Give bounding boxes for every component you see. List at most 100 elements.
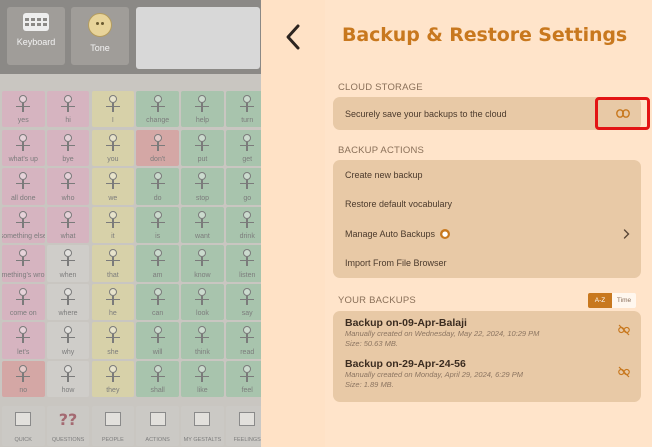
vocab-cell[interactable]: want xyxy=(181,206,224,244)
category-button[interactable]: ACTIONS xyxy=(136,406,179,446)
vocab-cell[interactable]: what's up xyxy=(2,129,45,166)
vocab-word: shall xyxy=(150,387,165,395)
vocab-cell[interactable]: yes xyxy=(2,91,45,128)
backup-name: Backup on-09-Apr-Balaji xyxy=(345,317,467,329)
backup-item[interactable]: Backup on-09-Apr-Balaji Manually created… xyxy=(345,317,539,348)
vocab-cell[interactable]: no xyxy=(2,361,45,398)
vocab-cell[interactable]: who xyxy=(46,168,90,205)
vocab-word: want xyxy=(195,233,210,241)
symbol-icon xyxy=(192,365,212,383)
vocab-cell[interactable]: they xyxy=(91,361,135,398)
vocab-word: he xyxy=(108,310,117,318)
category-label: QUICK xyxy=(14,437,32,443)
symbol-icon xyxy=(148,365,168,383)
symbol-icon xyxy=(103,365,123,383)
category-button[interactable]: PEOPLE xyxy=(91,406,135,446)
vocab-cell[interactable]: it xyxy=(91,206,135,244)
backup-actions-card: Create new backup Restore default vocabu… xyxy=(333,160,641,278)
category-label: PEOPLE xyxy=(101,437,124,443)
vocab-cell[interactable]: bye xyxy=(46,129,90,166)
vocab-cell[interactable]: stop xyxy=(181,168,224,205)
keyboard-button[interactable]: Keyboard xyxy=(7,7,65,65)
sort-time-button[interactable]: Time xyxy=(612,293,636,308)
symbol-icon xyxy=(148,249,168,267)
vocab-cell[interactable]: something's wrong xyxy=(2,245,45,282)
vocab-cell[interactable]: think xyxy=(181,322,224,359)
vocab-cell[interactable]: don't xyxy=(136,129,179,166)
symbol-icon xyxy=(148,133,168,152)
import-file-label: Import From File Browser xyxy=(345,258,447,269)
symbol-icon xyxy=(58,210,78,229)
vocab-cell[interactable]: what xyxy=(46,206,90,244)
vocab-cell[interactable]: how xyxy=(46,361,90,398)
sort-toggle: A-Z Time xyxy=(588,293,636,308)
vocab-cell[interactable]: all done xyxy=(2,168,45,205)
symbol-icon xyxy=(103,326,123,344)
vocab-word: hi xyxy=(65,117,71,125)
vocab-cell[interactable]: something else xyxy=(2,206,45,244)
vocab-cell[interactable]: like xyxy=(181,361,224,398)
vocab-cell[interactable]: am xyxy=(136,245,179,282)
back-button[interactable] xyxy=(261,0,325,74)
category-button[interactable]: ?? QUESTIONS xyxy=(46,406,90,446)
vocab-word: help xyxy=(195,117,210,125)
vocab-cell[interactable]: we xyxy=(91,168,135,205)
symbol-icon xyxy=(192,133,212,152)
restore-default-button[interactable]: Restore default vocabulary xyxy=(333,190,641,220)
cloud-off-link-icon[interactable] xyxy=(618,324,630,336)
manage-auto-backups-button[interactable]: Manage Auto Backups ● xyxy=(333,219,641,249)
sort-az-button[interactable]: A-Z xyxy=(588,293,612,308)
vocab-cell[interactable]: when xyxy=(46,245,90,282)
vocab-cell[interactable]: help xyxy=(181,91,224,128)
vocab-word: know xyxy=(194,271,211,279)
cloud-off-link-icon[interactable] xyxy=(618,366,630,378)
vocab-cell[interactable]: shall xyxy=(136,361,179,398)
category-button[interactable]: QUICK xyxy=(2,406,45,446)
vocab-cell[interactable]: can xyxy=(136,283,179,321)
vocab-cell[interactable]: where xyxy=(46,283,90,321)
your-backups-heading: YOUR BACKUPS xyxy=(338,295,416,306)
category-button[interactable]: MY GESTALTS xyxy=(181,406,224,446)
vocab-cell[interactable]: why xyxy=(46,322,90,359)
vocab-cell[interactable]: change xyxy=(136,91,179,128)
auto-backup-badge: ● xyxy=(440,228,451,239)
symbol-icon xyxy=(13,133,33,152)
import-file-button[interactable]: Import From File Browser xyxy=(333,249,641,279)
vocab-word: what xyxy=(60,233,76,241)
vocab-word: change xyxy=(146,117,170,125)
vocab-word: can xyxy=(151,310,164,318)
vocab-word: it xyxy=(111,233,115,241)
vocab-word: how xyxy=(61,387,75,395)
vocab-cell[interactable]: know xyxy=(181,245,224,282)
vocab-cell[interactable]: she xyxy=(91,322,135,359)
tone-button[interactable]: Tone xyxy=(71,7,129,65)
vocab-cell[interactable]: put xyxy=(181,129,224,166)
vocab-word: they xyxy=(106,387,120,395)
vocab-cell[interactable]: do xyxy=(136,168,179,205)
vocab-cell[interactable]: that xyxy=(91,245,135,282)
symbol-icon xyxy=(58,326,78,344)
vocab-cell[interactable]: you xyxy=(91,129,135,166)
create-backup-button[interactable]: Create new backup xyxy=(333,160,641,190)
vocab-cell[interactable]: hi xyxy=(46,91,90,128)
vocab-cell[interactable]: let's xyxy=(2,322,45,359)
vocab-word: what's up xyxy=(8,155,38,163)
backup-item[interactable]: Backup on-29-Apr-24-56 Manually created … xyxy=(345,358,523,389)
vocab-cell[interactable]: is xyxy=(136,206,179,244)
vocab-word: like xyxy=(197,387,208,395)
vocab-cell[interactable]: come on xyxy=(2,283,45,321)
question-icon: ?? xyxy=(58,410,78,429)
vocab-cell[interactable]: I xyxy=(91,91,135,128)
symbol-icon xyxy=(58,287,78,306)
vocab-cell[interactable]: he xyxy=(91,283,135,321)
vocab-word: put xyxy=(197,155,208,163)
vocab-word: where xyxy=(58,310,78,318)
symbol-icon xyxy=(13,172,33,190)
vocab-cell[interactable]: will xyxy=(136,322,179,359)
symbol-icon xyxy=(192,287,212,306)
vocab-cell[interactable]: look xyxy=(181,283,224,321)
symbol-icon xyxy=(103,249,123,267)
cloud-link-button[interactable] xyxy=(595,97,650,130)
vocab-word: go xyxy=(243,194,252,202)
message-bar[interactable] xyxy=(136,7,260,69)
